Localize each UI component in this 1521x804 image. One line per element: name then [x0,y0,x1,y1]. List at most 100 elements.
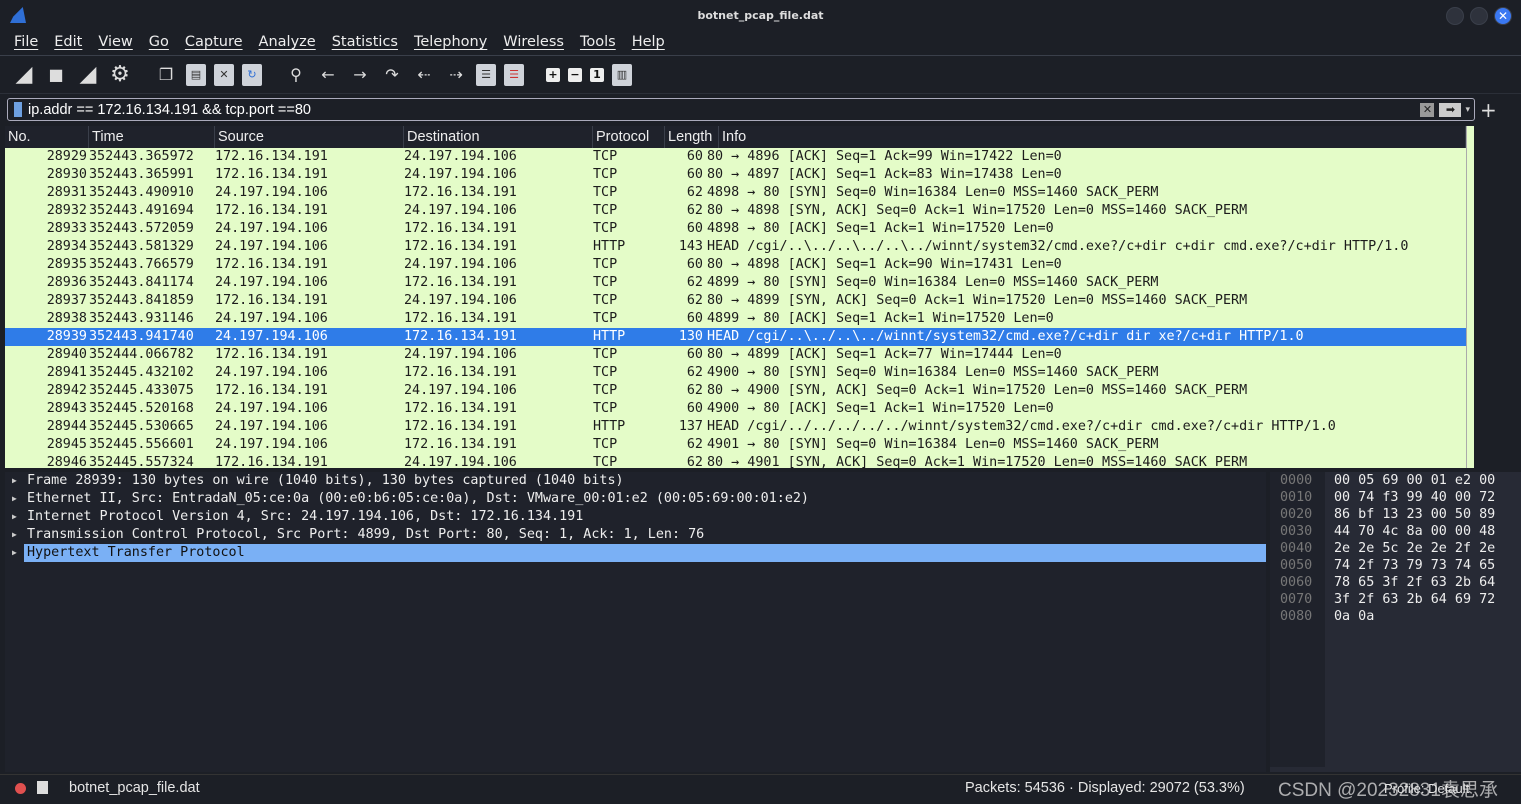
minimize-button[interactable] [1446,7,1464,25]
packet-length: 60 [686,401,703,416]
maximize-button[interactable] [1470,7,1488,25]
packet-row[interactable]: 28941 352445.432102 24.197.194.106 172.16.1… [5,364,1466,382]
add-filter-button-icon[interactable]: + [1480,98,1497,122]
packet-no: 28945 [46,437,87,452]
column-header-length[interactable]: Length [665,126,719,148]
packet-info: 4898 → 80 [SYN] Seq=0 Win=16384 Len=0 MS… [707,185,1159,200]
expand-arrow-icon[interactable]: ▶ [12,508,17,526]
menu-help[interactable]: Help [624,32,673,55]
display-filter-input[interactable] [28,101,1421,118]
packet-row[interactable]: 28930 352443.365991 172.16.134.191 24.197.1… [5,166,1466,184]
auto-scroll-icon[interactable]: ☰ [476,63,496,86]
hex-bytes-line[interactable]: 2e 2e 5c 2e 2e 2f 2e [1334,540,1495,557]
packet-destination: 24.197.194.106 [404,347,517,362]
open-file-icon[interactable]: ❐ [154,63,178,87]
menu-statistics[interactable]: Statistics [324,32,406,55]
expand-arrow-icon[interactable]: ▶ [12,526,17,544]
packet-row[interactable]: 28931 352443.490910 24.197.194.106 172.16.1… [5,184,1466,202]
packet-row[interactable]: 28929 352443.365972 172.16.134.191 24.197.1… [5,148,1466,166]
packet-source: 24.197.194.106 [215,419,328,434]
packet-row[interactable]: 28943 352445.520168 24.197.194.106 172.16.1… [5,400,1466,418]
detail-tree-item[interactable]: ▶ Transmission Control Protocol, Src Port… [5,526,1266,544]
last-packet-icon[interactable]: ⇢ [444,63,468,87]
detail-tree-item[interactable]: ▶ Frame 28939: 130 bytes on wire (1040 bi… [5,472,1266,490]
packet-row[interactable]: 28937 352443.841859 172.16.134.191 24.197.1… [5,292,1466,310]
resize-columns-icon[interactable]: ▥ [612,63,632,86]
save-file-icon[interactable]: ▤ [186,63,206,86]
menu-view[interactable]: View [90,32,140,55]
packet-row[interactable]: 28936 352443.841174 24.197.194.106 172.16.1… [5,274,1466,292]
packet-row[interactable]: 28932 352443.491694 172.16.134.191 24.197.1… [5,202,1466,220]
zoom-in-icon[interactable]: + [546,67,560,82]
bookmark-icon[interactable] [14,102,22,117]
packet-row[interactable]: 28938 352443.931146 24.197.194.106 172.16.1… [5,310,1466,328]
packet-no: 28933 [46,221,87,236]
start-capture-icon[interactable]: ◢ [12,62,36,87]
column-header-source[interactable]: Source [215,126,404,148]
filter-history-dropdown-icon[interactable]: ▾ [1465,105,1470,115]
column-header-info[interactable]: Info [719,126,1466,148]
apply-filter-icon[interactable]: ➡ [1439,102,1462,117]
packet-row[interactable]: 28945 352445.556601 24.197.194.106 172.16.1… [5,436,1466,454]
packet-info: 4899 → 80 [ACK] Seq=1 Ack=1 Win=17520 Le… [707,311,1054,326]
clear-filter-icon[interactable]: ✕ [1420,102,1435,117]
menu-go[interactable]: Go [141,32,177,55]
packet-row[interactable]: 28946 352445.557324 172.16.134.191 24.197.1… [5,454,1466,468]
normal-size-icon[interactable]: 1 [590,67,604,82]
column-header-no[interactable]: No. [5,126,89,148]
packet-source: 172.16.134.191 [215,167,328,182]
menu-file[interactable]: File [6,32,46,55]
detail-tree-item[interactable]: ▶ Ethernet II, Src: EntradaN_05:ce:0a (00… [5,490,1266,508]
restart-capture-icon[interactable]: ◢ [76,62,100,87]
packet-row[interactable]: 28942 352445.433075 172.16.134.191 24.197.1… [5,382,1466,400]
packet-time: 352443.572059 [89,221,194,236]
close-button[interactable]: ✕ [1494,7,1512,25]
packet-row[interactable]: 28934 352443.581329 24.197.194.106 172.16.1… [5,238,1466,256]
colorize-icon[interactable]: ☰ [504,63,524,86]
go-to-packet-icon[interactable]: ↷ [380,63,404,87]
packet-row[interactable]: 28933 352443.572059 24.197.194.106 172.16.1… [5,220,1466,238]
expand-arrow-icon[interactable]: ▶ [12,490,17,508]
hex-bytes-line[interactable]: 00 74 f3 99 40 00 72 [1334,489,1495,506]
expand-arrow-icon[interactable]: ▶ [12,544,17,562]
menu-tools[interactable]: Tools [572,32,624,55]
menu-edit[interactable]: Edit [46,32,90,55]
packet-row[interactable]: 28939 352443.941740 24.197.194.106 172.16.1… [5,328,1466,346]
packet-no: 28946 [46,455,87,468]
close-file-icon[interactable]: ✕ [214,63,234,86]
detail-tree-item[interactable]: ▶ Internet Protocol Version 4, Src: 24.19… [5,508,1266,526]
menu-analyze[interactable]: Analyze [251,32,324,55]
packet-length: 60 [686,257,703,272]
go-forward-icon[interactable]: → [348,63,372,87]
hex-bytes-line[interactable]: 3f 2f 63 2b 64 69 72 [1334,591,1495,608]
hex-bytes-line[interactable]: 78 65 3f 2f 63 2b 64 [1334,574,1495,591]
packet-list-scrollbar[interactable] [1466,126,1474,468]
packet-row[interactable]: 28935 352443.766579 172.16.134.191 24.197.1… [5,256,1466,274]
hex-bytes-line[interactable]: 74 2f 73 79 73 74 65 [1334,557,1495,574]
packet-length: 137 [678,419,703,434]
go-back-icon[interactable]: ← [316,63,340,87]
expand-arrow-icon[interactable]: ▶ [12,472,17,490]
detail-tree-item[interactable]: ▶ Hypertext Transfer Protocol [5,544,1266,562]
hex-bytes-line[interactable]: 86 bf 13 23 00 50 89 [1334,506,1495,523]
menu-wireless[interactable]: Wireless [495,32,572,55]
hex-bytes-line[interactable]: 0a 0a [1334,608,1495,625]
menu-capture[interactable]: Capture [177,32,251,55]
column-header-time[interactable]: Time [89,126,215,148]
stop-capture-icon[interactable]: ■ [44,63,68,87]
zoom-out-icon[interactable]: − [568,67,582,82]
column-header-destination[interactable]: Destination [404,126,593,148]
packet-protocol: TCP [593,383,618,398]
menu-telephony[interactable]: Telephony [406,32,495,55]
hex-bytes-line[interactable]: 44 70 4c 8a 00 00 48 [1334,523,1495,540]
find-packet-icon[interactable]: ⚲ [284,63,308,87]
capture-options-icon[interactable]: ⚙ [108,62,132,87]
column-header-protocol[interactable]: Protocol [593,126,665,148]
first-packet-icon[interactable]: ⇠ [412,63,436,87]
packet-row[interactable]: 28940 352444.066782 172.16.134.191 24.197.1… [5,346,1466,364]
packet-length: 60 [686,347,703,362]
packet-row[interactable]: 28944 352445.530665 24.197.194.106 172.16.1… [5,418,1466,436]
edit-comment-icon[interactable] [37,781,48,794]
reload-file-icon[interactable]: ↻ [242,63,262,86]
hex-bytes-line[interactable]: 00 05 69 00 01 e2 00 [1334,472,1495,489]
